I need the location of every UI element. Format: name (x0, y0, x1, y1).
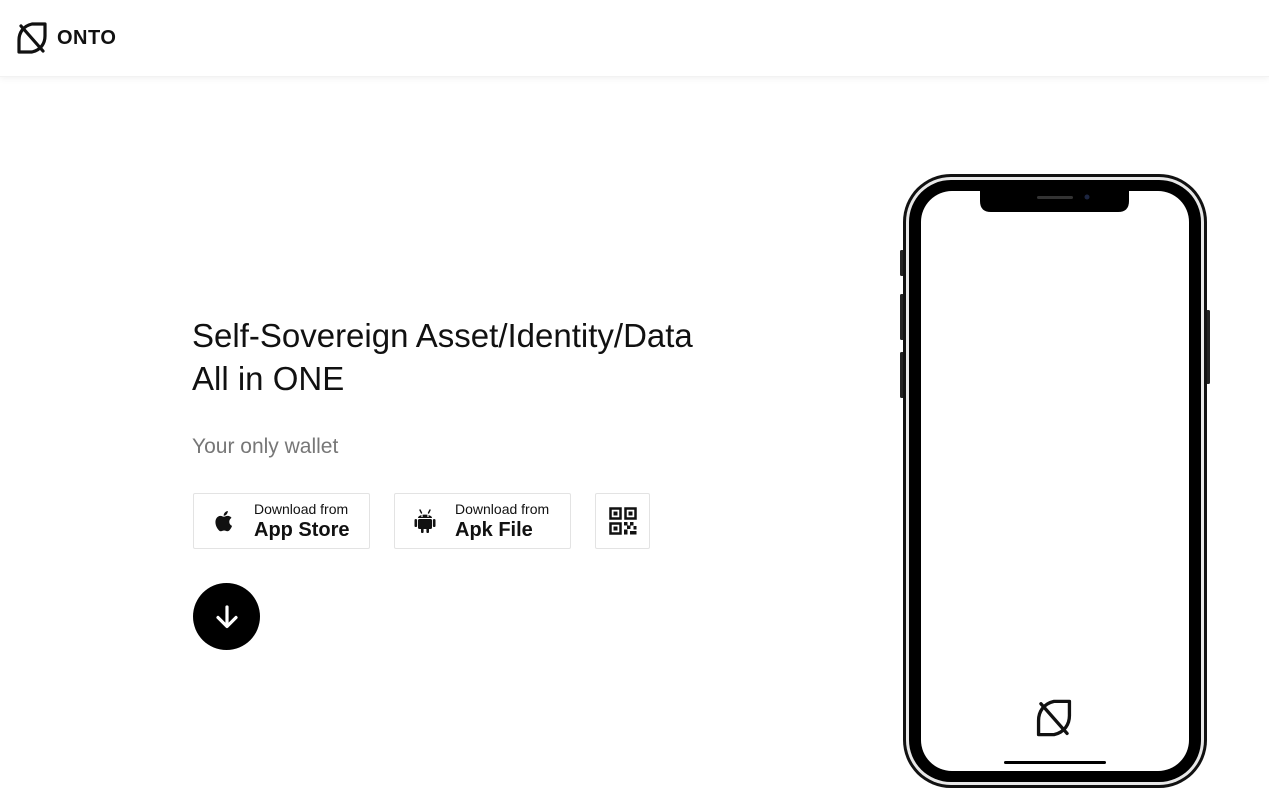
site-header: ONTO (0, 0, 1269, 77)
app-store-button-text: Download from App Store (254, 502, 350, 540)
apk-button-text: Download from Apk File (455, 502, 549, 540)
app-store-big-label: App Store (254, 519, 350, 541)
onto-logo-icon (17, 22, 47, 54)
app-store-small-label: Download from (254, 501, 349, 517)
hero-title-line-2: All in ONE (192, 360, 345, 397)
hero-title-line-1: Self-Sovereign Asset/Identity/Data (192, 317, 693, 354)
hero-title: Self-Sovereign Asset/Identity/Data All i… (192, 314, 792, 400)
apk-big-label: Apk File (455, 519, 533, 541)
logo-text: ONTO (57, 26, 117, 49)
apple-icon (215, 511, 232, 532)
scroll-down-button[interactable] (193, 583, 260, 650)
phone-mockup (900, 172, 1210, 790)
android-icon (414, 509, 436, 533)
apk-download-button[interactable]: Download from Apk File (394, 493, 571, 549)
qr-code-icon (608, 507, 637, 535)
app-store-download-button[interactable]: Download from App Store (193, 493, 370, 549)
arrow-down-icon (215, 604, 238, 628)
home-logo-link[interactable]: ONTO (17, 22, 116, 54)
onto-logo-icon (1036, 699, 1072, 737)
hero-subtitle: Your only wallet (192, 435, 339, 458)
qr-code-button[interactable] (595, 493, 650, 549)
phone-frame-illustration (900, 174, 1210, 788)
apk-small-label: Download from (455, 501, 550, 517)
